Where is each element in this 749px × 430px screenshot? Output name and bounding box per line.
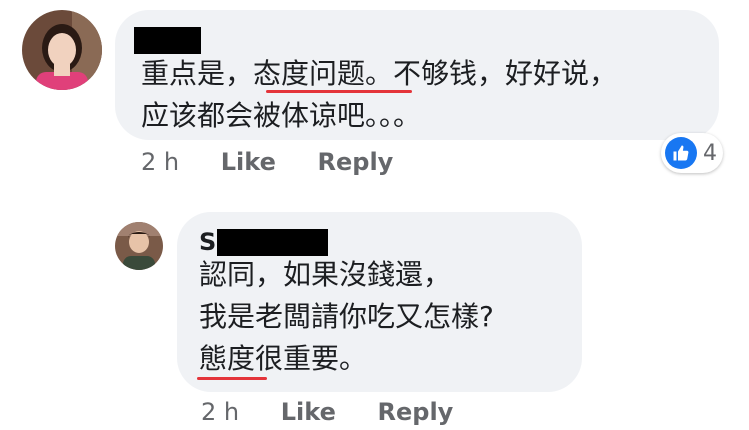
reply-reply-button[interactable]: Reply [378,398,454,426]
author-name-redacted [134,27,201,54]
reply-text-line-1: 認同，如果沒錢還， [199,258,452,291]
comment-timestamp[interactable]: 2 h [141,148,179,176]
reply-actions: 2 h Like Reply [201,398,453,426]
comment-text-line-2: 应该都会被体谅吧。。。 [141,99,422,132]
commenter-avatar[interactable] [22,10,102,90]
reply-highlight-underline [197,377,267,380]
reply-like-button[interactable]: Like [281,398,336,426]
reply-text-line-2: 我是老闆請你吃又怎樣? [199,300,494,333]
reply-timestamp[interactable]: 2 h [201,398,239,426]
reaction-count: 4 [703,140,717,166]
profile-photo-woman [22,10,102,90]
reaction-count-badge[interactable]: 4 [661,133,723,173]
replier-avatar[interactable] [115,222,163,270]
thumbs-up-icon [665,137,697,169]
profile-photo-man [115,222,163,270]
reply-text-line-3: 態度很重要。 [199,342,368,375]
reply-button[interactable]: Reply [318,148,394,176]
comment-text-line-1: 重点是，态度问题。不够钱，好好说， [141,57,618,90]
highlight-underline [266,90,412,93]
like-button[interactable]: Like [221,148,276,176]
comment-actions: 2 h Like Reply [141,148,393,176]
reply-author-name-redacted [217,229,328,256]
